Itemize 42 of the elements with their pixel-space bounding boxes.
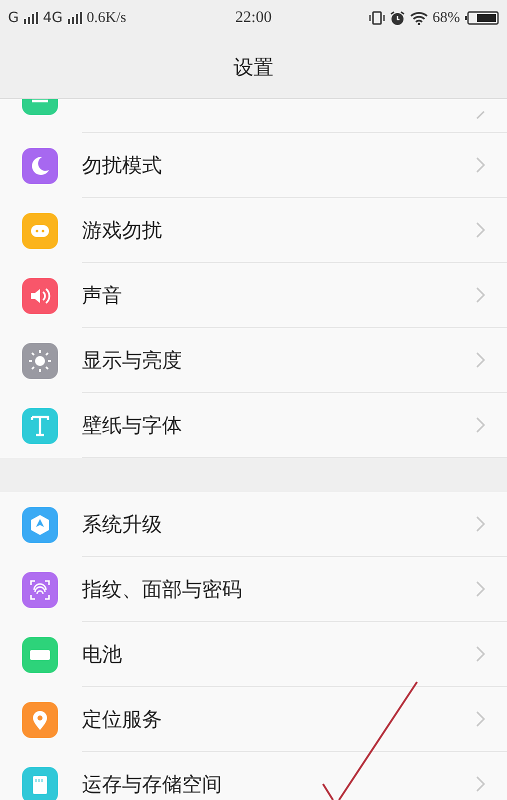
item-label: 声音 — [82, 282, 122, 308]
settings-item[interactable]: 系统升级 — [0, 492, 507, 557]
item-label: 游戏勿扰 — [82, 216, 162, 244]
signal-icon — [68, 12, 82, 24]
settings-item[interactable]: 电池 — [0, 622, 507, 687]
settings-item[interactable]: 声音 — [0, 263, 507, 328]
network-type: G — [8, 10, 19, 26]
network-type: 4G — [42, 10, 63, 26]
chevron-icon — [476, 111, 485, 119]
battery-icon — [465, 11, 499, 25]
chevron-icon — [476, 287, 485, 303]
chevron-icon — [476, 417, 485, 433]
page-title: 设置 — [232, 54, 274, 80]
item-label: 指纹、面部与密码 — [82, 576, 242, 602]
network-speed: 0.6K/s — [86, 10, 126, 26]
item-label: 壁纸与字体 — [82, 412, 182, 438]
chevron-icon — [476, 646, 485, 662]
alarm-icon — [390, 10, 404, 26]
settings-item[interactable]: 指纹、面部与密码 — [0, 557, 507, 622]
settings-item[interactable]: 定位服务 — [0, 687, 507, 752]
chevron-icon — [476, 157, 485, 173]
item-label: 系统升级 — [82, 510, 162, 538]
chevron-icon — [476, 581, 485, 597]
clock-time: 22:00 — [234, 9, 273, 27]
chevron-icon — [476, 352, 485, 368]
battery-percent: 68% — [432, 10, 460, 26]
item-label: 运存与存储空间 — [82, 770, 222, 798]
settings-item[interactable]: 勿扰模式 — [0, 133, 507, 198]
chevron-icon — [476, 776, 485, 792]
settings-item[interactable]: 游戏勿扰 — [0, 198, 507, 263]
signal-icon — [24, 12, 38, 24]
item-label: 勿扰模式 — [82, 152, 162, 178]
wifi-icon — [410, 11, 428, 25]
item-label: 定位服务 — [82, 706, 162, 732]
chevron-icon — [476, 711, 485, 727]
settings-item[interactable]: 显示与亮度 — [0, 328, 507, 393]
chevron-icon — [476, 222, 485, 238]
chevron-icon — [476, 516, 485, 532]
item-label: 电池 — [82, 640, 122, 668]
vibrate-icon — [368, 11, 384, 25]
item-label: 显示与亮度 — [82, 346, 182, 374]
settings-item[interactable]: 运存与存储空间 — [0, 752, 507, 800]
